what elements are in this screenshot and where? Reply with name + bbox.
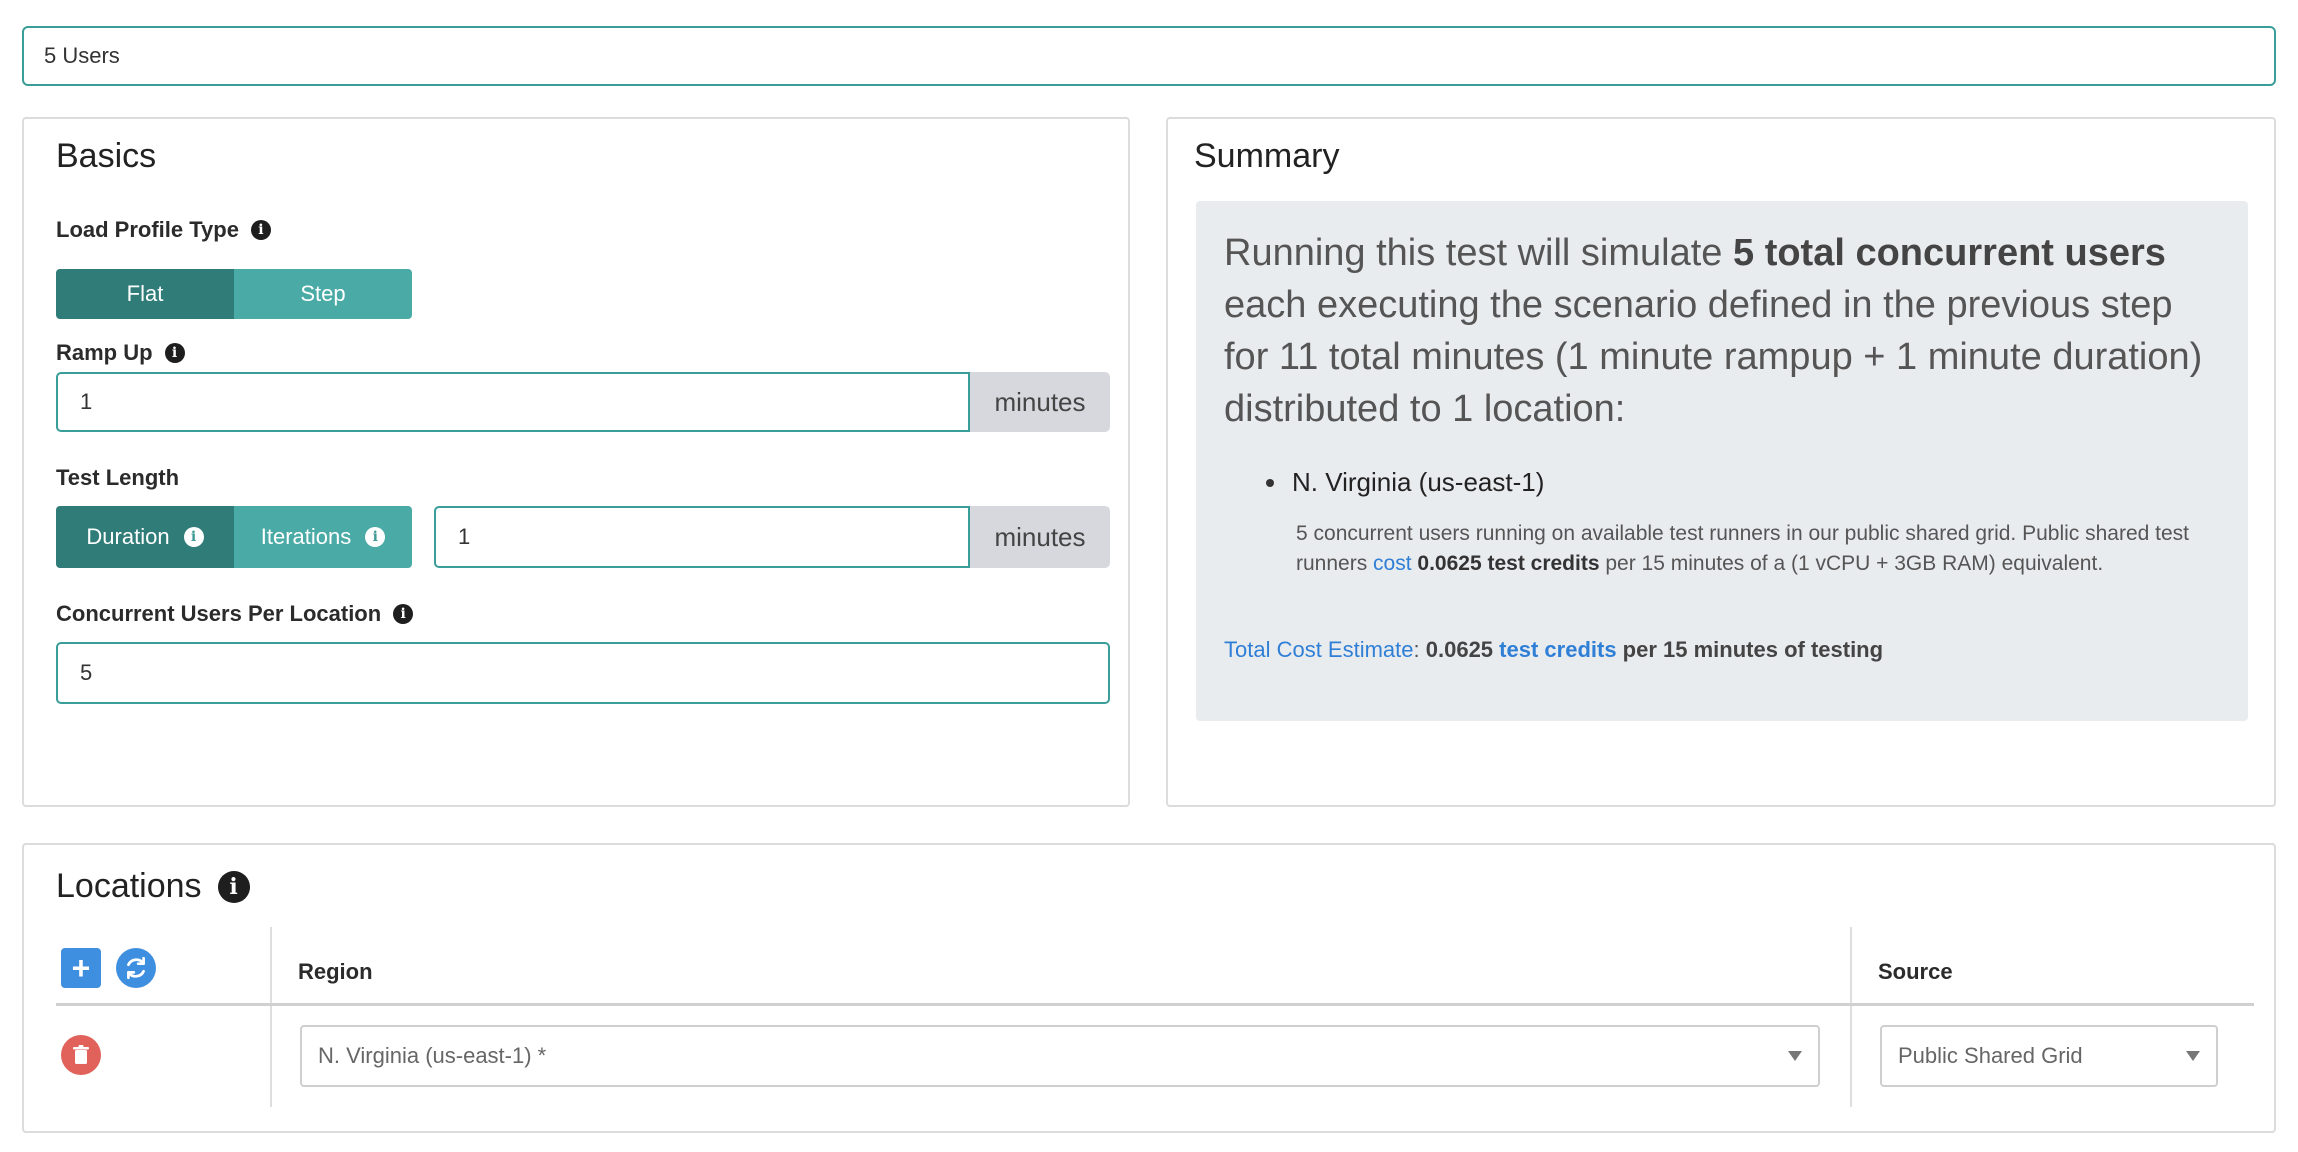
iterations-button[interactable]: Iterations i	[234, 506, 412, 568]
ramp-up-label: Ramp Up i	[56, 340, 185, 366]
summary-lead-prefix: Running this test will simulate	[1224, 232, 1733, 274]
info-icon: i	[183, 527, 204, 547]
duration-label: Duration	[86, 524, 170, 549]
summary-location-item: N. Virginia (us-east-1)	[1266, 467, 1544, 498]
add-location-button[interactable]: +	[61, 948, 101, 988]
total-cost-link[interactable]: Total Cost Estimate	[1224, 637, 1414, 662]
total-value: 0.0625	[1425, 637, 1494, 662]
region-select-value: N. Virginia (us-east-1) *	[318, 1043, 547, 1068]
load-profile-type-label: Load Profile Type i	[56, 217, 271, 243]
ramp-up-label-text: Ramp Up	[56, 340, 153, 365]
duration-button[interactable]: Duration i	[56, 506, 234, 568]
delete-location-button[interactable]	[61, 1035, 101, 1075]
concurrent-users-label: Concurrent Users Per Location i	[56, 601, 414, 627]
test-length-label: Test Length	[56, 465, 179, 491]
summary-lead: Running this test will simulate 5 total …	[1224, 227, 2224, 435]
total-cost-estimate: Total Cost Estimate: 0.0625 test credits…	[1224, 637, 1883, 663]
summary-title: Summary	[1194, 137, 1340, 175]
test-length-label-text: Test Length	[56, 465, 180, 490]
summary-box: Running this test will simulate 5 total …	[1196, 201, 2248, 721]
test-name-input[interactable]: 5 Users	[22, 26, 2276, 86]
locations-title: Locations i	[56, 867, 250, 906]
test-credits-link[interactable]: test credits	[1499, 637, 1616, 662]
summary-lead-bold: 5 total concurrent users	[1733, 232, 2166, 274]
ramp-up-input-group: 1 minutes	[56, 372, 1110, 432]
summary-lead-suffix: each executing the scenario defined in t…	[1224, 284, 2203, 430]
desc-credits: 0.0625 test credits	[1417, 552, 1600, 575]
info-icon[interactable]: i	[250, 220, 271, 240]
ramp-up-input[interactable]: 1	[56, 372, 970, 432]
info-icon: i	[365, 527, 386, 547]
flat-button[interactable]: Flat	[56, 269, 234, 319]
test-length-toggle: Duration i Iterations i	[56, 506, 412, 568]
iterations-label: Iterations	[260, 524, 352, 549]
concurrent-users-input-group: 5	[56, 642, 1110, 704]
cost-link[interactable]: cost	[1373, 552, 1412, 575]
test-length-input-group: 1 minutes	[434, 506, 1110, 568]
total-suffix: per 15 minutes of testing	[1616, 637, 1884, 662]
region-select[interactable]: N. Virginia (us-east-1) *	[300, 1025, 1820, 1087]
ramp-up-unit: minutes	[970, 372, 1110, 432]
source-column-header: Source	[1878, 959, 1953, 984]
basics-title: Basics	[56, 137, 157, 175]
total-sep: :	[1413, 637, 1426, 662]
chevron-down-icon	[1788, 1051, 1802, 1061]
page: 5 Users Basics Load Profile Type i Flat …	[0, 0, 2298, 1152]
info-icon[interactable]: i	[164, 343, 185, 363]
summary-location-name: N. Virginia (us-east-1)	[1292, 467, 1545, 497]
chevron-down-icon	[2186, 1051, 2200, 1061]
summary-panel: Summary Running this test will simulate …	[1166, 117, 2276, 807]
column-divider	[1850, 927, 1852, 1107]
desc-text-2: per 15 minutes of a (1 vCPU + 3GB RAM) e…	[1599, 552, 2104, 575]
test-length-input[interactable]: 1	[434, 506, 970, 568]
info-icon[interactable]: i	[217, 870, 250, 903]
refresh-button[interactable]	[116, 948, 156, 988]
basics-panel: Basics Load Profile Type i Flat Step Ram…	[22, 117, 1130, 807]
trash-icon	[73, 1045, 89, 1064]
concurrent-users-input[interactable]: 5	[56, 642, 1110, 704]
test-length-unit: minutes	[970, 506, 1110, 568]
column-divider	[270, 927, 272, 1107]
bullet-icon	[1266, 478, 1274, 487]
step-button[interactable]: Step	[234, 269, 412, 319]
summary-location-desc: 5 concurrent users running on available …	[1296, 519, 2216, 579]
refresh-icon	[127, 956, 145, 980]
header-divider	[56, 1003, 2254, 1006]
load-profile-type-toggle: Flat Step	[56, 269, 412, 319]
source-select-value: Public Shared Grid	[1898, 1043, 2083, 1068]
info-icon[interactable]: i	[393, 604, 414, 624]
locations-panel: Locations i + Region Source N. Virginia …	[22, 843, 2276, 1133]
source-select[interactable]: Public Shared Grid	[1880, 1025, 2218, 1087]
region-column-header: Region	[298, 959, 373, 984]
load-profile-type-label-text: Load Profile Type	[56, 217, 239, 242]
concurrent-users-label-text: Concurrent Users Per Location	[56, 601, 382, 626]
locations-title-text: Locations	[56, 867, 202, 905]
